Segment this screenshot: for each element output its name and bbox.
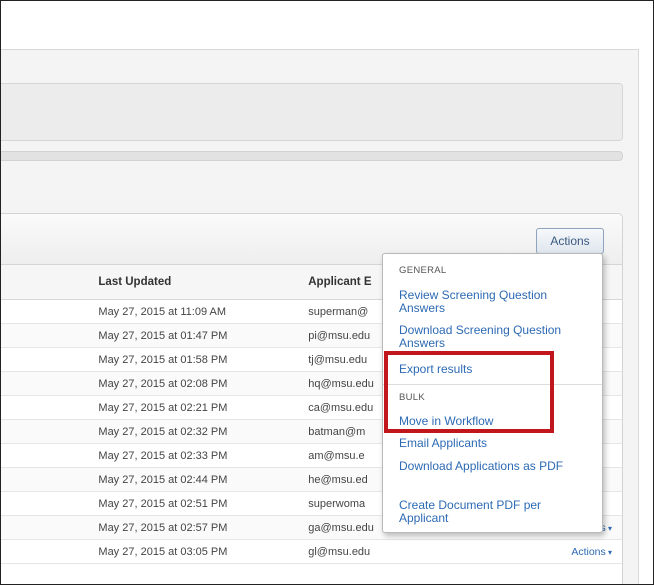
- cell-row-actions: Actions ▾: [533, 539, 622, 564]
- cell-last-updated: May 27, 2015 at 02:08 PM: [98, 371, 309, 396]
- actions-button[interactable]: Actions: [536, 228, 604, 254]
- cell-last-updated: May 27, 2015 at 03:05 PM: [98, 539, 309, 564]
- cell-last-updated: May 27, 2015 at 11:09 AM: [98, 299, 309, 324]
- column-header-name[interactable]: [1, 265, 99, 300]
- caret-down-icon: ▾: [605, 547, 612, 557]
- cell-last-updated: May 27, 2015 at 02:51 PM: [98, 491, 309, 516]
- cell-name: [1, 515, 99, 540]
- cell-name: [1, 491, 99, 516]
- screenshot-frame: Actions Last Updated Applicant E May 27,…: [0, 0, 654, 585]
- cell-last-updated: May 27, 2015 at 02:44 PM: [98, 467, 309, 492]
- cell-name: [1, 371, 99, 396]
- cell-last-updated: May 27, 2015 at 02:57 PM: [98, 515, 309, 540]
- cell-name: [1, 419, 99, 444]
- menu-item-email-applicants[interactable]: Email Applicants: [399, 437, 589, 450]
- caret-down-icon: ▾: [605, 523, 612, 533]
- cell-name: [1, 323, 99, 348]
- cell-name: [1, 443, 99, 468]
- menu-item-download-applications-pdf[interactable]: Download Applications as PDF: [399, 460, 589, 473]
- cell-last-updated: May 27, 2015 at 02:21 PM: [98, 395, 309, 420]
- menu-item-create-document-pdf[interactable]: Create Document PDF per Applicant: [399, 499, 589, 525]
- progress-bar: [1, 151, 623, 161]
- cell-last-updated: May 27, 2015 at 01:47 PM: [98, 323, 309, 348]
- menu-item-review-screening-answers[interactable]: Review Screening Question Answers: [399, 289, 589, 315]
- section-label-general: GENERAL: [399, 265, 447, 276]
- cell-name: [1, 347, 99, 372]
- cell-name: [1, 467, 99, 492]
- column-header-last-updated[interactable]: Last Updated: [98, 265, 309, 300]
- table-row[interactable]: May 27, 2015 at 03:05 PM gl@msu.edu Action…: [1, 539, 622, 564]
- cell-applicant-email: gl@msu.edu: [308, 539, 534, 564]
- search-panel: [1, 83, 623, 141]
- row-actions-link[interactable]: Actions: [571, 546, 605, 558]
- cell-name: [1, 539, 99, 564]
- annotation-highlight-box: [384, 351, 554, 433]
- cell-name: [1, 299, 99, 324]
- menu-item-download-screening-answers[interactable]: Download Screening Question Answers: [399, 324, 589, 350]
- cell-name: [1, 395, 99, 420]
- cell-last-updated: May 27, 2015 at 02:33 PM: [98, 443, 309, 468]
- cell-last-updated: May 27, 2015 at 02:32 PM: [98, 419, 309, 444]
- cell-last-updated: May 27, 2015 at 01:58 PM: [98, 347, 309, 372]
